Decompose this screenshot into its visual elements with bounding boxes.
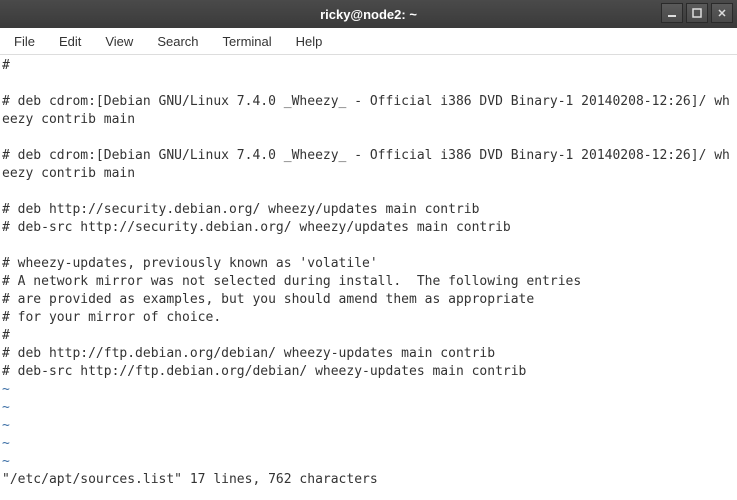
- menu-search[interactable]: Search: [147, 30, 208, 53]
- maximize-button[interactable]: [686, 3, 708, 23]
- minimize-button[interactable]: [661, 3, 683, 23]
- menu-terminal[interactable]: Terminal: [213, 30, 282, 53]
- menu-view[interactable]: View: [95, 30, 143, 53]
- menu-file[interactable]: File: [4, 30, 45, 53]
- menubar: File Edit View Search Terminal Help: [0, 28, 737, 55]
- titlebar: ricky@node2: ~: [0, 0, 737, 28]
- vim-status-line: "/etc/apt/sources.list" 17 lines, 762 ch…: [2, 472, 378, 487]
- vim-tildes: ~ ~ ~ ~ ~: [2, 382, 10, 469]
- terminal-area[interactable]: # # deb cdrom:[Debian GNU/Linux 7.4.0 _W…: [0, 55, 737, 500]
- window-title: ricky@node2: ~: [320, 7, 417, 22]
- menu-help[interactable]: Help: [286, 30, 333, 53]
- menu-edit[interactable]: Edit: [49, 30, 91, 53]
- maximize-icon: [692, 8, 702, 18]
- window-controls: [661, 3, 733, 23]
- minimize-icon: [667, 8, 677, 18]
- close-button[interactable]: [711, 3, 733, 23]
- file-content: # # deb cdrom:[Debian GNU/Linux 7.4.0 _W…: [2, 58, 730, 379]
- close-icon: [717, 8, 727, 18]
